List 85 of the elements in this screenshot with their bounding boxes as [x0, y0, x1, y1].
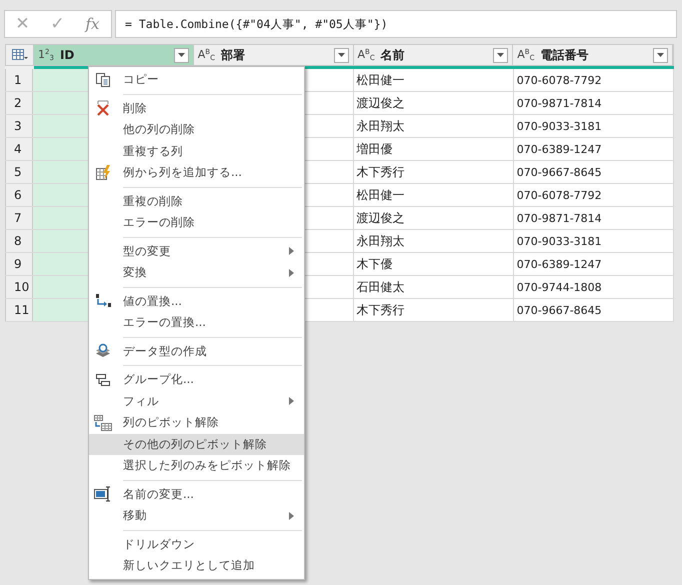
- table-cell: 木下優: [354, 253, 514, 275]
- menu-item[interactable]: 重複の削除: [89, 190, 304, 212]
- filter-button[interactable]: [174, 48, 189, 62]
- row-number: 2: [5, 92, 33, 114]
- menu-item[interactable]: 選択した列のみをピボット解除: [89, 455, 304, 476]
- column-title: ID: [60, 48, 76, 62]
- menu-item[interactable]: コピー: [89, 69, 304, 90]
- delete-icon: [95, 100, 111, 116]
- menu-item[interactable]: 型の変更: [89, 240, 304, 262]
- replace-arrow-icon: [95, 293, 111, 310]
- menu-item[interactable]: 例から列を追加する...: [89, 162, 304, 184]
- table-cell: 070-9033-3181: [514, 230, 674, 252]
- row-number: 6: [5, 184, 33, 206]
- submenu-arrow-icon: [289, 268, 294, 277]
- filter-button[interactable]: [653, 48, 668, 62]
- table-cell: 070-9033-3181: [514, 115, 674, 137]
- menu-item[interactable]: データ型の作成: [89, 340, 304, 362]
- row-number: 3: [5, 115, 33, 137]
- row-number: 11: [5, 299, 33, 321]
- menu-item[interactable]: 重複する列: [89, 140, 304, 162]
- table-cell: 石田健太: [354, 276, 514, 298]
- unpivot-icon: [94, 414, 112, 431]
- filter-button[interactable]: [493, 48, 508, 62]
- table-cell: 木下秀行: [354, 161, 514, 183]
- formula-field[interactable]: = Table.Combine({#"04人事", #"05人事"}): [115, 10, 677, 38]
- submenu-arrow-icon: [289, 512, 294, 520]
- submenu-arrow-icon: [289, 247, 294, 256]
- menu-item[interactable]: ドリルダウン: [89, 534, 304, 555]
- menu-item[interactable]: エラーの置換...: [89, 312, 304, 334]
- menu-item[interactable]: 列のピボット解除: [89, 412, 304, 434]
- table-cell: 070-9871-7814: [514, 207, 674, 229]
- table-cell: 070-6389-1247: [514, 253, 674, 275]
- table-cell: 070-6389-1247: [514, 138, 674, 160]
- caret-icon: [178, 53, 185, 57]
- row-number: 7: [5, 207, 33, 229]
- submenu-arrow-icon: [289, 397, 294, 406]
- table-cell: 渡辺俊之: [354, 207, 514, 229]
- caret-icon: [497, 53, 504, 57]
- menu-item[interactable]: 名前の変更...: [89, 484, 304, 505]
- row-number: 4: [5, 138, 33, 160]
- table-cell: 070-9871-7814: [514, 92, 674, 114]
- table-cell: 070-9744-1808: [514, 276, 674, 298]
- menu-item[interactable]: グループ化...: [89, 369, 304, 390]
- table-lightning-icon: [95, 164, 111, 181]
- row-number: 5: [5, 161, 33, 183]
- table-cell: 070-9667-8645: [514, 161, 674, 183]
- menu-item[interactable]: 変換: [89, 262, 304, 284]
- table-cell: 渡辺俊之: [354, 92, 514, 114]
- function-icon[interactable]: fx: [75, 15, 110, 33]
- table-cell: 松田健一: [354, 69, 514, 91]
- column-header[interactable]: 1$^{2}$ $_{3}$ ID: [34, 45, 194, 65]
- caret-icon: [657, 53, 664, 57]
- row-number: 10: [5, 276, 33, 298]
- row-number: 8: [5, 230, 33, 252]
- group-icon: [95, 372, 111, 388]
- table-cell: 増田優: [354, 138, 514, 160]
- filter-button[interactable]: [334, 48, 348, 62]
- caret-icon: [338, 53, 344, 57]
- table-cell: 070-6078-7792: [514, 69, 674, 91]
- column-title: 電話番号: [540, 46, 590, 64]
- row-number: 9: [5, 253, 33, 275]
- menu-item[interactable]: フィル: [89, 390, 304, 412]
- table-cell: 木下秀行: [354, 299, 514, 321]
- column-title: 名前: [380, 46, 406, 64]
- table-icon: [12, 49, 28, 61]
- table-cell: 070-6078-7792: [514, 184, 674, 206]
- table-cell: 070-9667-8645: [514, 299, 674, 321]
- column-header[interactable]: A$^{B}$ $_{C}$ 電話番号: [513, 45, 673, 65]
- rename-icon: [94, 486, 112, 502]
- menu-item[interactable]: 他の列の削除: [89, 119, 304, 140]
- row-number: 1: [5, 69, 33, 91]
- menu-item[interactable]: その他の列のピボット解除: [89, 434, 304, 455]
- table-cell: 永田翔太: [354, 115, 514, 137]
- table-cell: 松田健一: [354, 184, 514, 206]
- menu-item[interactable]: 移動: [89, 505, 304, 526]
- column-title: 部署: [220, 46, 246, 64]
- table-cell: 永田翔太: [354, 230, 514, 252]
- menu-item[interactable]: 削除: [89, 98, 304, 119]
- menu-item[interactable]: エラーの削除: [89, 212, 304, 234]
- layers-icon: [95, 343, 111, 360]
- menu-item[interactable]: 新しいクエリとして追加: [89, 555, 304, 576]
- column-header[interactable]: A$^{B}$ $_{C}$ 部署: [194, 45, 354, 65]
- copy-icon: [95, 72, 111, 88]
- menu-item[interactable]: 値の置換...: [89, 290, 304, 312]
- column-header[interactable]: A$^{B}$ $_{C}$ 名前: [354, 45, 514, 65]
